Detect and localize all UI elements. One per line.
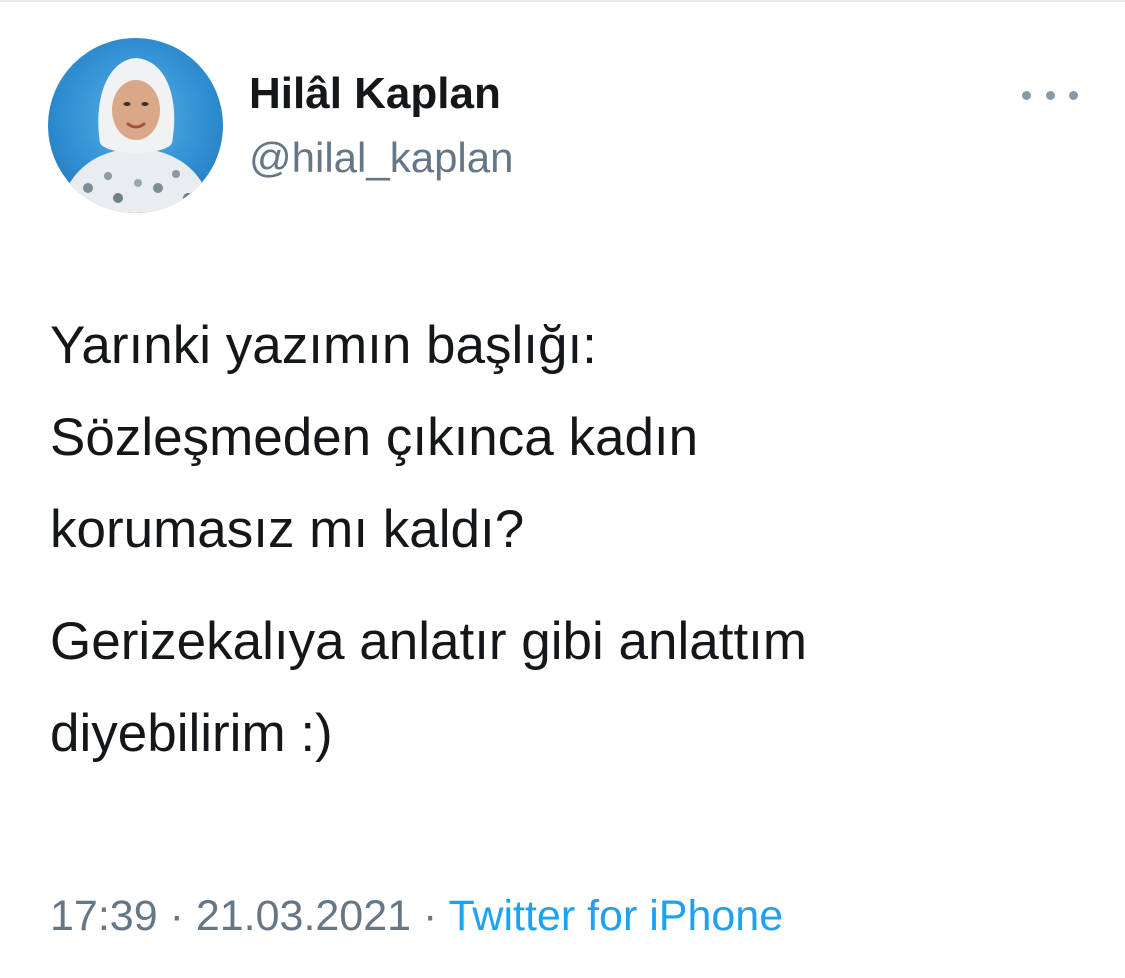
meta-separator: ·: [423, 892, 438, 940]
more-options-button[interactable]: [1022, 78, 1078, 112]
tweet-source-link[interactable]: Twitter for iPhone: [449, 892, 784, 940]
tweet-paragraph: Gerizekalıya anlatır gibi anlattım diyeb…: [50, 612, 808, 763]
ellipsis-icon-dot: [1045, 90, 1055, 100]
meta-separator: ·: [169, 892, 184, 940]
tweet-paragraph: Yarınki yazımın başlığı: Sözleşmeden çık…: [50, 316, 699, 559]
avatar-image: [58, 58, 214, 213]
tweet-date[interactable]: 21.03.2021: [196, 892, 411, 940]
author-display-name[interactable]: Hilâl Kaplan: [249, 66, 501, 122]
tweet-meta: 17:39 · 21.03.2021 · Twitter for iPhone: [50, 886, 783, 946]
ellipsis-icon: [1022, 90, 1031, 100]
ellipsis-icon-dot: [1069, 90, 1078, 100]
tweet-text: Yarınki yazımın başlığı: Sözleşmeden çık…: [50, 300, 1090, 780]
tweet-time[interactable]: 17:39: [50, 892, 158, 940]
top-divider: [0, 0, 1125, 2]
author-handle[interactable]: @hilal_kaplan: [249, 130, 513, 186]
avatar[interactable]: [48, 38, 223, 213]
